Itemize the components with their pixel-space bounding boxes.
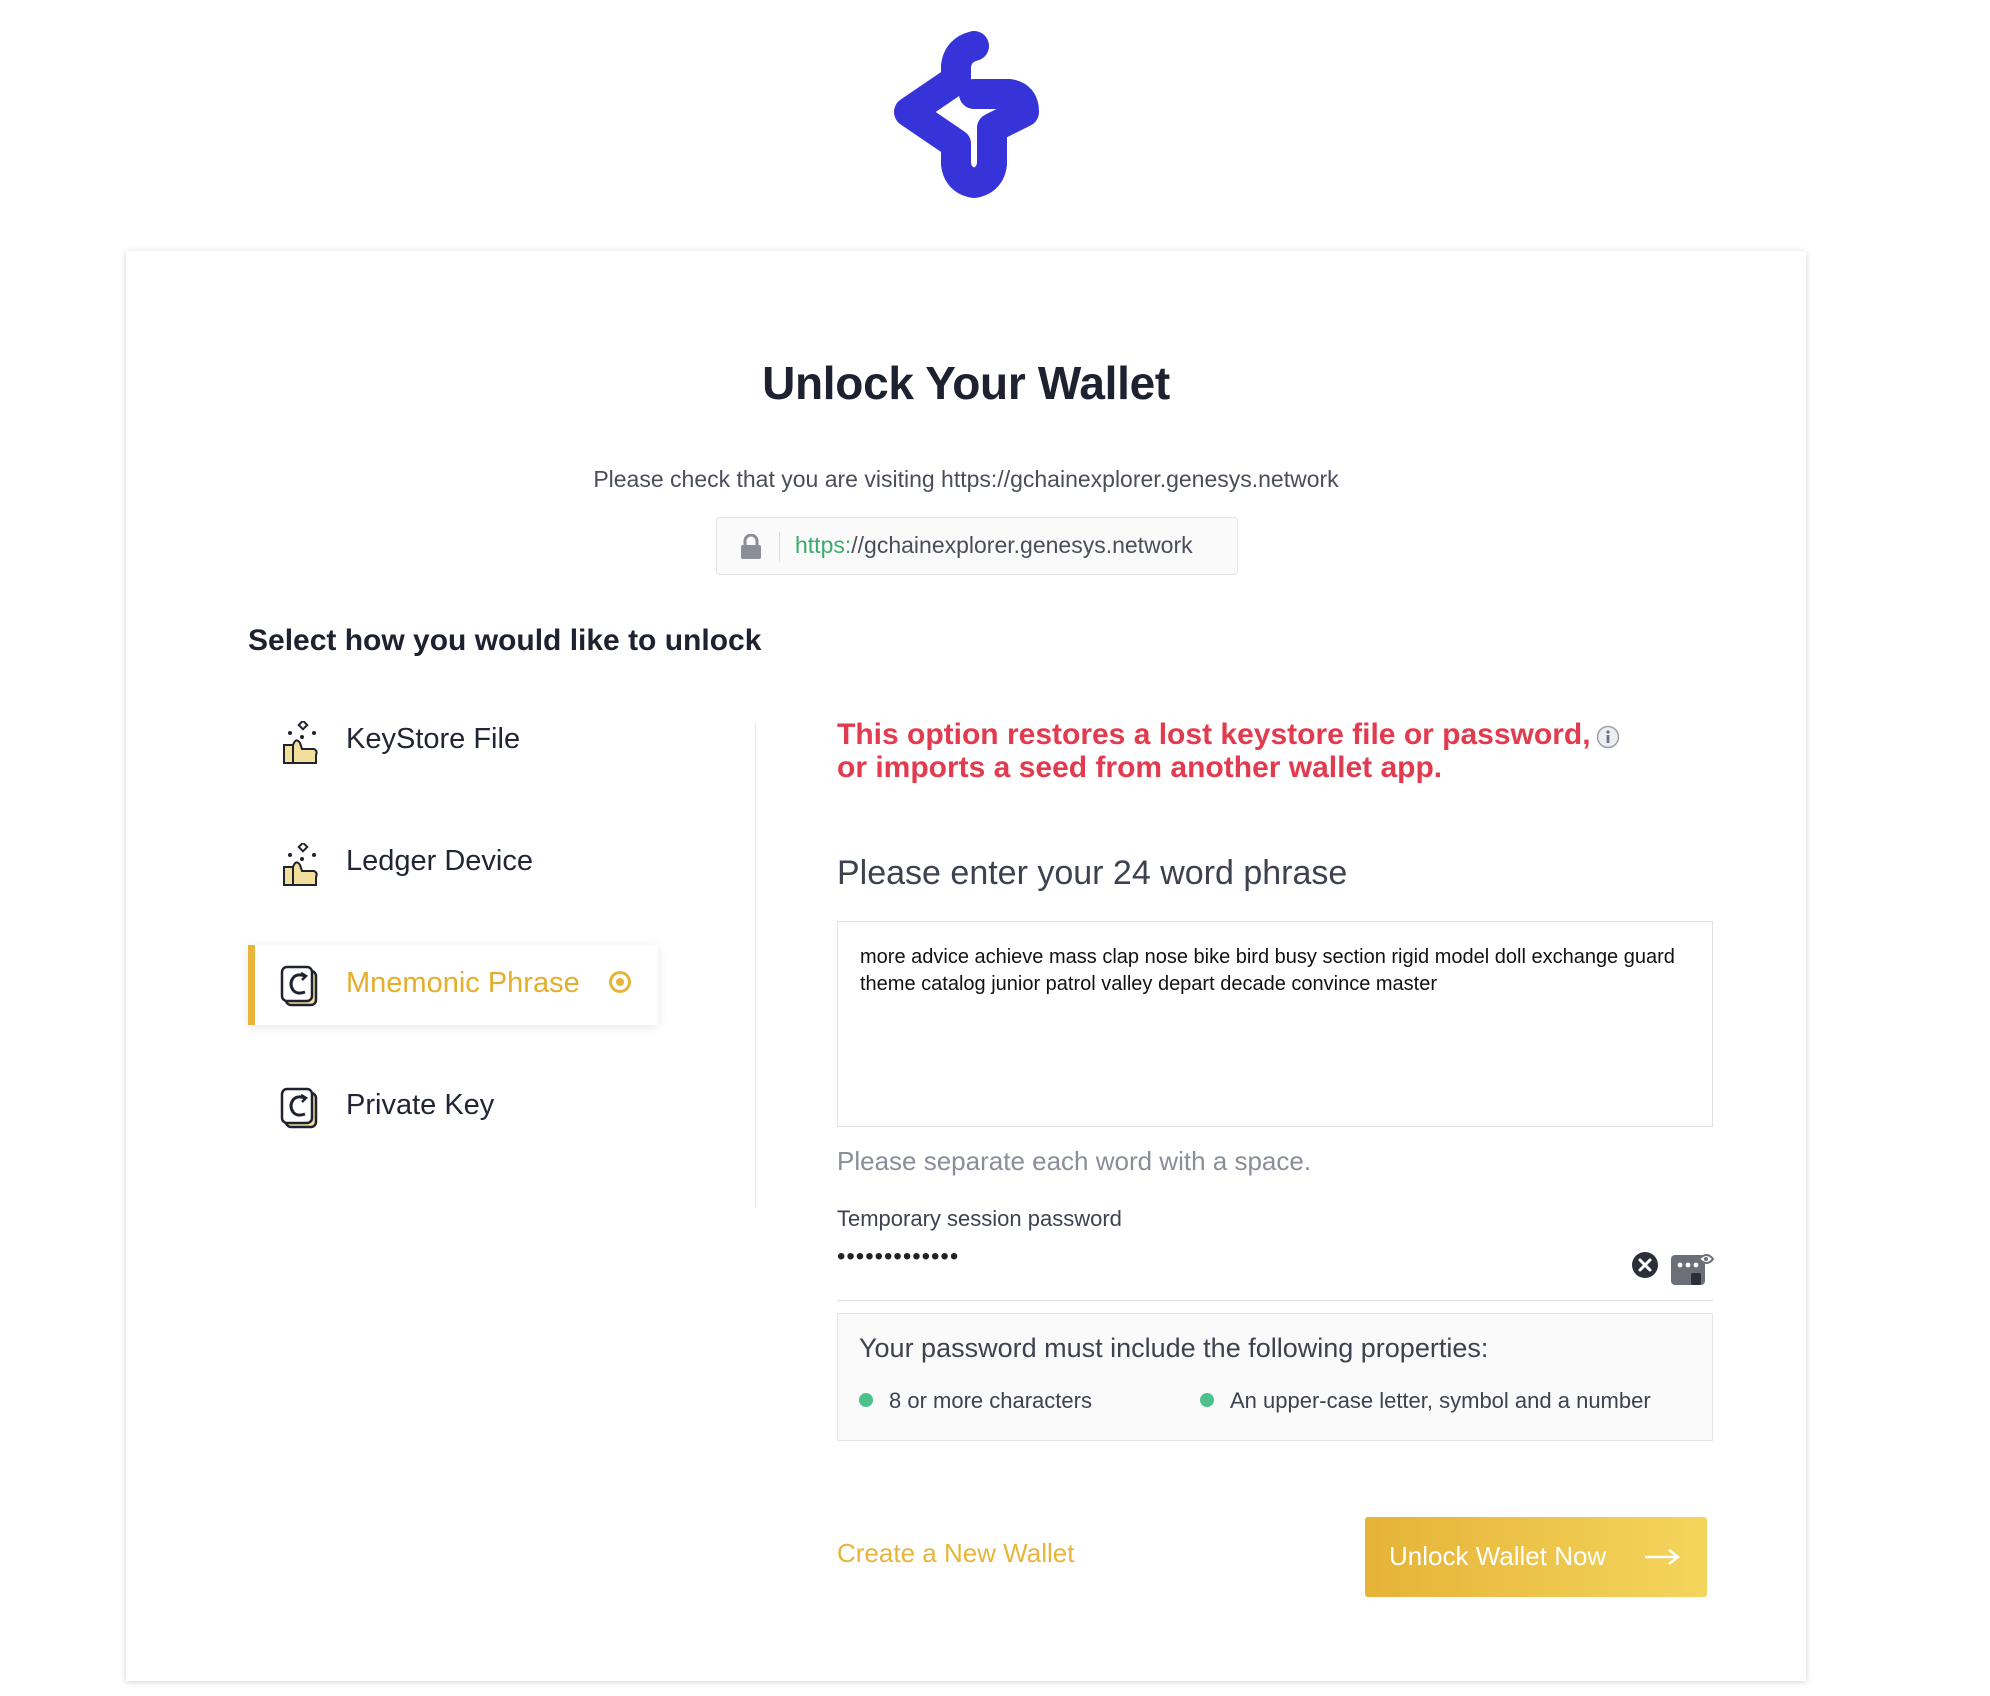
unlock-options: KeyStore File Ledger Device Mnemonic Phr… [248,701,658,1189]
column-divider [755,723,756,1208]
option-ledger-device[interactable]: Ledger Device [248,823,658,903]
option-private-key[interactable]: Private Key [248,1067,658,1147]
select-method-heading: Select how you would like to unlock [248,624,762,657]
password-manager-icon[interactable] [1669,1249,1715,1289]
mnemonic-phrase-input[interactable]: more advice achieve mass clap nose bike … [837,921,1713,1127]
option-label: Private Key [346,1089,495,1121]
private-key-icon [280,1087,318,1129]
requirement-text: 8 or more characters [889,1388,1092,1413]
requirement-complexity: An upper-case letter, symbol and a numbe… [1200,1388,1651,1414]
page-title: Unlock Your Wallet [762,357,1170,409]
keystore-icon [283,721,318,764]
password-underline [837,1300,1713,1301]
url-verify-text: Please check that you are visiting https… [593,466,1339,492]
clear-icon[interactable] [1631,1251,1659,1279]
warning-line-2: or imports a seed from another wallet ap… [837,751,1443,784]
arrow-right-icon [1645,1549,1681,1565]
option-label: Ledger Device [346,845,533,877]
info-icon[interactable] [1596,725,1620,749]
password-input[interactable]: ••••••••••••• [837,1243,959,1271]
phrase-label: Please enter your 24 word phrase [837,854,1348,892]
lock-icon [741,534,761,559]
phrase-hint: Please separate each word with a space. [837,1146,1312,1176]
selected-radio-icon[interactable] [609,971,631,993]
option-label: Mnemonic Phrase [346,967,580,999]
option-keystore-file[interactable]: KeyStore File [248,701,658,781]
requirements-title: Your password must include the following… [859,1333,1489,1363]
url-divider [779,532,780,562]
url-host: //gchainexplorer.genesys.network [851,532,1193,558]
unlock-card: Unlock Your Wallet Please check that you… [126,251,1806,1681]
ledger-icon [283,843,318,886]
create-wallet-link[interactable]: Create a New Wallet [837,1538,1074,1569]
password-requirements: Your password must include the following… [837,1313,1713,1441]
requirement-text: An upper-case letter, symbol and a numbe… [1230,1388,1651,1413]
option-mnemonic-phrase[interactable]: Mnemonic Phrase [248,945,658,1025]
warning-line-1: This option restores a lost keystore fil… [837,718,1591,751]
check-dot-icon [1200,1393,1214,1407]
restore-warning: This option restores a lost keystore fil… [837,718,1597,784]
password-label: Temporary session password [837,1206,1122,1231]
mnemonic-icon [280,965,318,1007]
url-display: https://gchainexplorer.genesys.network [716,517,1238,575]
url-text: https://gchainexplorer.genesys.network [795,532,1193,559]
requirement-length: 8 or more characters [859,1388,1092,1414]
genesys-logo-icon [894,31,1039,198]
unlock-button-label: Unlock Wallet Now [1389,1541,1607,1571]
option-label: KeyStore File [346,723,521,755]
check-dot-icon [859,1393,873,1407]
url-protocol: https: [795,532,852,558]
unlock-wallet-button[interactable]: Unlock Wallet Now [1365,1517,1707,1597]
